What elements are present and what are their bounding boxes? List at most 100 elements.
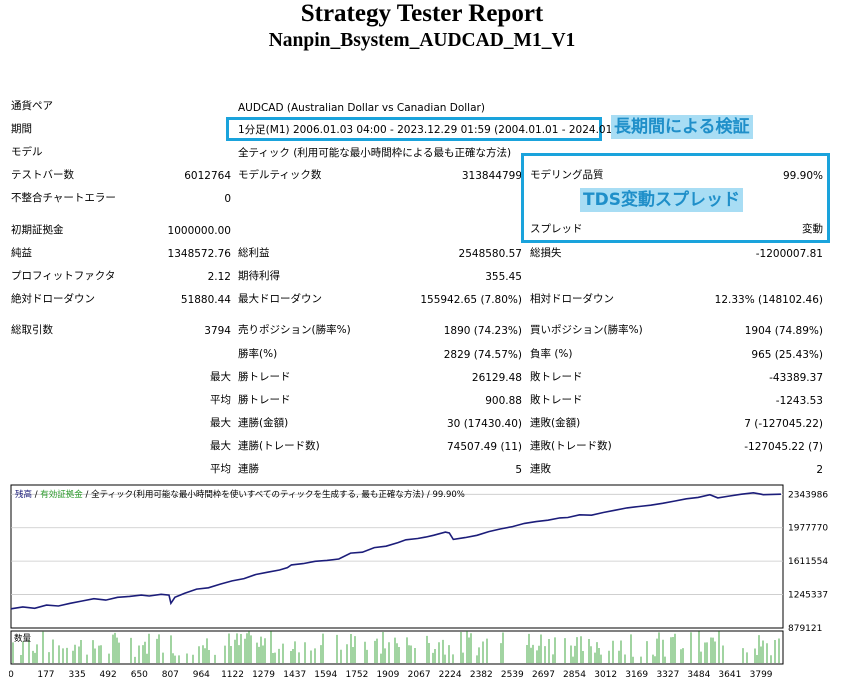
total-trades-value: 3794 xyxy=(204,325,231,337)
y-tick-label: 1245337 xyxy=(788,591,828,601)
cons-win-trades-value: 74507.49 (11) xyxy=(447,441,522,453)
total-trades-label: 総取引数 xyxy=(11,324,53,336)
x-tick-label: 964 xyxy=(193,670,210,680)
x-tick-label: 2382 xyxy=(470,670,493,680)
max-win-label: 勝トレード xyxy=(238,371,291,383)
x-tick-label: 335 xyxy=(69,670,86,680)
quality-label: モデリング品質 xyxy=(530,169,604,181)
cons-loss-amount-value: 7 (-127045.22) xyxy=(744,418,823,430)
avg-cons-loss-label: 連敗 xyxy=(530,463,551,475)
y-tick-label: 879121 xyxy=(788,624,822,634)
x-tick-label: 2067 xyxy=(408,670,431,680)
long-label: 買いポジション(勝率%) xyxy=(530,324,643,336)
x-tick-label: 0 xyxy=(9,670,14,680)
long-value: 1904 (74.89%) xyxy=(744,325,823,337)
abs-dd-value: 51880.44 xyxy=(180,294,231,306)
loss-value: 965 (25.43%) xyxy=(751,349,823,361)
period-label: 期間 xyxy=(11,123,32,135)
expected-value: 355.45 xyxy=(485,271,522,283)
volume-label: 数量 xyxy=(14,633,32,644)
max-dd-value: 155942.65 (7.80%) xyxy=(420,294,522,306)
ticks-value: 313844799 xyxy=(461,170,522,182)
legend-quality: 99.90% xyxy=(432,490,464,500)
max-loss-value: -43389.37 xyxy=(769,372,823,384)
balance-chart: 残高 / 有効証拠金 / 全ティック(利用可能な最小時間枠を使いすべてのティック… xyxy=(8,483,840,686)
avg-cons-win-value: 5 xyxy=(515,464,522,476)
gross-loss-label: 総損失 xyxy=(530,247,562,259)
avg-word-1: 平均 xyxy=(210,394,231,406)
x-tick-label: 3484 xyxy=(687,670,710,680)
x-tick-label: 492 xyxy=(100,670,117,680)
x-tick-label: 3012 xyxy=(594,670,617,680)
legend-separator-1: / xyxy=(32,490,40,500)
max-word-2: 最大 xyxy=(210,417,231,429)
y-tick-labels: 879121 1245337 1611554 1977770 2343986 xyxy=(788,490,828,634)
x-tick-label: 3799 xyxy=(750,670,773,680)
cons-loss-trades-label: 連敗(トレード数) xyxy=(530,440,612,452)
max-loss-label: 敗トレード xyxy=(530,371,583,383)
win-value: 2829 (74.57%) xyxy=(443,349,522,361)
period-value: 1分足(M1) 2006.01.03 04:00 - 2023.12.29 01… xyxy=(238,124,634,136)
abs-dd-label: 絶対ドローダウン xyxy=(11,293,95,305)
model-label: モデル xyxy=(11,146,43,158)
rel-dd-label: 相対ドローダウン xyxy=(530,293,614,305)
y-tick-label: 1977770 xyxy=(788,524,828,534)
report-title: Strategy Tester Report xyxy=(300,0,544,27)
report-subtitle: Nanpin_Bsystem_AUDCAD_M1_V1 xyxy=(268,30,576,51)
avg-loss-value: -1243.53 xyxy=(775,395,823,407)
mismatch-value: 0 xyxy=(224,193,231,205)
net-profit-value: 1348572.76 xyxy=(167,248,231,260)
gross-loss-value: -1200007.81 xyxy=(755,248,823,260)
spread-label: スプレッド xyxy=(530,223,583,235)
x-tick-label: 1752 xyxy=(345,670,368,680)
spread-annotation: TDS変動スプレッド xyxy=(580,188,743,212)
cons-win-trades-label: 連勝(トレード数) xyxy=(238,440,320,452)
mismatch-label: 不整合チャートエラー xyxy=(11,192,116,204)
avg-cons-loss-value: 2 xyxy=(816,464,823,476)
deposit-value: 1000000.00 xyxy=(167,225,231,237)
rel-dd-value: 12.33% (148102.46) xyxy=(714,294,823,306)
max-word-3: 最大 xyxy=(210,440,231,452)
legend-margin: 有効証拠金 xyxy=(40,489,83,500)
deposit-label: 初期証拠金 xyxy=(11,224,64,236)
net-profit-label: 純益 xyxy=(11,247,32,259)
x-tick-label: 1594 xyxy=(314,670,337,680)
legend-separator-2: / xyxy=(83,490,91,500)
x-tick-label: 807 xyxy=(162,670,179,680)
max-win-value: 26129.48 xyxy=(471,372,522,384)
bars-value: 6012764 xyxy=(184,170,231,182)
x-tick-labels: 0 177 335 492 650 807 964 1122 1279 1437 1594 1752 1… xyxy=(8,670,773,680)
symbol-value: AUDCAD (Australian Dollar vs Canadian Do… xyxy=(238,102,485,114)
y-tick-label: 2343986 xyxy=(788,490,828,500)
cons-loss-amount-label: 連敗(金額) xyxy=(530,417,581,429)
short-value: 1890 (74.23%) xyxy=(443,325,522,337)
x-tick-label: 1279 xyxy=(252,670,275,680)
bars-label: テストバー数 xyxy=(11,169,74,181)
max-word-1: 最大 xyxy=(210,371,231,383)
x-tick-label: 2697 xyxy=(532,670,555,680)
avg-cons-win-label: 連勝 xyxy=(238,463,259,475)
legend-separator-3: / xyxy=(424,490,432,500)
x-tick-label: 2854 xyxy=(563,670,586,680)
expected-label: 期待利得 xyxy=(238,270,280,282)
x-tick-label: 1122 xyxy=(221,670,244,680)
period-annotation: 長期間による検証 xyxy=(611,115,753,139)
max-dd-label: 最大ドローダウン xyxy=(238,293,322,305)
avg-word-2: 平均 xyxy=(210,463,231,475)
x-tick-label: 650 xyxy=(131,670,148,680)
balance-chart-svg: 残高 / 有効証拠金 / 全ティック(利用可能な最小時間枠を使いすべてのティック… xyxy=(8,484,828,680)
balance-plot-frame xyxy=(10,484,784,629)
x-tick-label: 3641 xyxy=(718,670,741,680)
avg-win-label: 勝トレード xyxy=(238,394,291,406)
short-label: 売りポジション(勝率%) xyxy=(238,324,351,336)
x-tick-label: 3169 xyxy=(625,670,648,680)
y-tick-label: 1611554 xyxy=(788,557,828,567)
cons-win-amount-value: 30 (17430.40) xyxy=(447,418,522,430)
cons-win-amount-label: 連勝(金額) xyxy=(238,417,289,429)
win-label: 勝率(%) xyxy=(238,348,278,360)
model-value: 全ティック (利用可能な最小時間枠による最も正確な方法) xyxy=(238,147,512,159)
pf-label: プロフィットファクタ xyxy=(11,270,116,282)
gross-profit-value: 2548580.57 xyxy=(458,248,522,260)
gross-profit-label: 総利益 xyxy=(238,247,270,259)
x-tick-label: 2224 xyxy=(439,670,462,680)
